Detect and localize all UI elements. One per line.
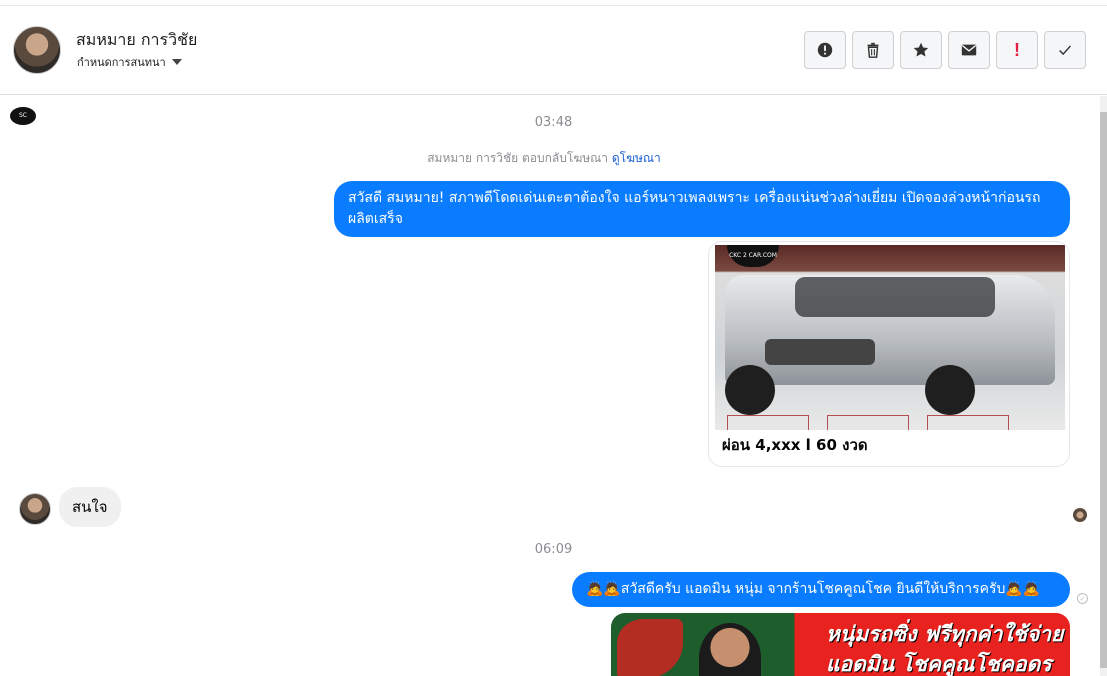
promo-line-1: หนุ่มรถซิ่ง ฟรีทุกค่าใช้จ่าย: [826, 622, 1064, 646]
conversation-header: สมหมาย การวิชัย กำหนดการสนทนา !: [0, 6, 1107, 95]
caret-down-icon: [171, 59, 182, 65]
promo-image[interactable]: หนุ่มรถซิ่ง ฟรีทุกค่าใช้จ่าย แอดมิน โชคค…: [611, 613, 1070, 676]
follow-up-button[interactable]: !: [996, 31, 1038, 69]
trash-icon: [867, 42, 879, 58]
view-ad-link[interactable]: ดูโฆษณา: [612, 151, 661, 165]
mark-done-button[interactable]: [1044, 31, 1086, 69]
ad-reply-text: สมหมาย การวิชัย ตอบกลับโฆษณา: [427, 151, 609, 165]
truck-wheel: [725, 365, 775, 415]
mail-icon: [961, 44, 977, 56]
contact-name[interactable]: สมหมาย การวิชัย: [76, 28, 197, 53]
ad-reply-notice: สมหมาย การวิชัย ตอบกลับโฆษณา ดูโฆษณา: [0, 149, 1088, 168]
image-thumbnails: [727, 415, 1009, 430]
mark-spam-button[interactable]: [804, 31, 846, 69]
ad-image: CKC 2 CAR.COM: [715, 245, 1065, 430]
promo-line-2: แอดมิน โชคคูณโชคอดร: [826, 652, 1052, 676]
message-thread: SC 03:48 สมหมาย การวิชัย ตอบกลับโฆษณา ดู…: [0, 96, 1100, 676]
star-button[interactable]: [900, 31, 942, 69]
incoming-message[interactable]: สนใจ: [59, 487, 121, 527]
promo-text: หนุ่มรถซิ่ง ฟรีทุกค่าใช้จ่าย แอดมิน โชคค…: [826, 619, 1063, 676]
outgoing-message[interactable]: สวัสดี สมหมาย! สภาพดีโดดเด่นเตะตาต้องใจ …: [334, 181, 1070, 237]
contact-avatar-small: [19, 493, 51, 525]
truck-wheel: [925, 365, 975, 415]
thumbnail: [727, 415, 809, 430]
scrollbar-thumb[interactable]: [1100, 112, 1107, 668]
dealer-logo: CKC 2 CAR.COM: [727, 245, 779, 267]
delete-button[interactable]: [852, 31, 894, 69]
timestamp: 03:48: [534, 115, 573, 130]
exclamation-icon: !: [1014, 39, 1020, 60]
conversation-label-dropdown[interactable]: กำหนดการสนทนา: [77, 53, 182, 71]
action-toolbar: !: [804, 31, 1086, 69]
dealer-logo-text: CKC 2 CAR.COM: [729, 252, 777, 259]
truck-body: [725, 275, 1055, 385]
mark-unread-button[interactable]: [948, 31, 990, 69]
contact-avatar[interactable]: [13, 26, 61, 74]
truck-grille: [765, 339, 875, 365]
admin-photo: [699, 623, 761, 676]
horse-logo: [617, 619, 683, 676]
truck-window: [795, 277, 995, 317]
exclamation-circle-icon: [817, 42, 833, 58]
star-icon: [913, 42, 929, 57]
check-icon: [1059, 45, 1071, 56]
ad-card[interactable]: CKC 2 CAR.COM ผ่อน 4,xxx l 60 งวด: [708, 241, 1070, 467]
seen-avatar-indicator: [1073, 508, 1087, 522]
thumbnail: [927, 415, 1009, 430]
ad-card-caption: ผ่อน 4,xxx l 60 งวด: [722, 436, 868, 454]
timestamp: 06:09: [534, 542, 573, 557]
conversation-label-text: กำหนดการสนทนา: [77, 56, 166, 69]
sent-check-icon: ✓: [1077, 593, 1088, 604]
outgoing-message[interactable]: 🙇🙇สวัสดีครับ แอดมิน หนุ่ม จากร้านโชคคูณโ…: [572, 572, 1070, 607]
thumbnail: [827, 415, 909, 430]
